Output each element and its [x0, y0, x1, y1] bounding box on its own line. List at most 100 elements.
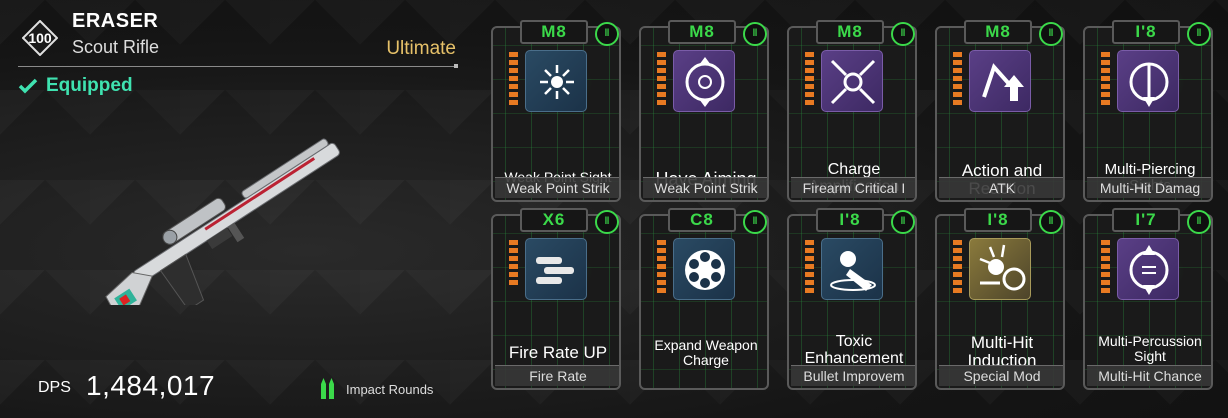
module-card[interactable]: Fire Rate UP Fire Rate X6 ‖ [491, 208, 621, 390]
capacity-bar [805, 52, 814, 57]
toxic-skull-icon [821, 238, 883, 300]
polarity-icon: ‖ [891, 22, 915, 46]
capacity-bar [953, 100, 962, 105]
module-title: Multi-Percussion Sight [1098, 333, 1202, 364]
capacity-bar [509, 100, 518, 105]
module-subtitle-bar: Weak Point Strik [643, 177, 767, 198]
module-subtitle: Special Mod [963, 368, 1041, 384]
module-card[interactable]: Weak Point SightWeak Point StrikM8 ‖ [491, 20, 621, 202]
capacity-bar [657, 68, 666, 73]
capacity-bar [805, 60, 814, 65]
module-card[interactable]: Action and ReactionATKM8 ‖ [935, 20, 1065, 202]
capacity-bars [805, 240, 815, 296]
capacity-bar [953, 60, 962, 65]
module-grade: M8 [964, 20, 1032, 44]
capacity-bar [953, 240, 962, 245]
module-subtitle: ATK [988, 180, 1016, 196]
capacity-bar [509, 60, 518, 65]
capacity-bars [953, 52, 963, 108]
module-grade: M8 [520, 20, 588, 44]
module-card[interactable]: Expand Weapon Charge C8 ‖ [639, 208, 769, 390]
module-subtitle-bar: Weak Point Strik [495, 177, 619, 198]
level-badge: 100 [22, 20, 58, 56]
capacity-bar [509, 92, 518, 97]
capacity-bar [805, 288, 814, 293]
converge-arrows-icon [821, 50, 883, 112]
polarity-icon: ‖ [891, 210, 915, 234]
module-frame: Charge AmplificationFirearm Critical I [787, 26, 917, 202]
module-grade: I'8 [816, 208, 884, 232]
module-frame: Action and ReactionATK [935, 26, 1065, 202]
capacity-bars [657, 52, 667, 108]
revolver-cylinder-icon [673, 238, 735, 300]
capacity-bars [1101, 240, 1111, 296]
capacity-bar [657, 272, 666, 277]
capacity-bar [953, 280, 962, 285]
capacity-bar [805, 272, 814, 277]
capacity-bar [1101, 256, 1110, 261]
capacity-bar [953, 84, 962, 89]
capacity-bar [1101, 240, 1110, 245]
module-title: Fire Rate UP [508, 343, 608, 362]
module-subtitle: Firearm Critical I [802, 180, 906, 196]
polarity-icon: ‖ [1187, 210, 1211, 234]
module-card[interactable]: Multi-Piercing SightsMulti-Hit DamagI'8 ‖ [1083, 20, 1213, 202]
module-grade: I'8 [1112, 20, 1180, 44]
capacity-bar [953, 256, 962, 261]
module-card[interactable]: Have AimingWeak Point StrikM8 ‖ [639, 20, 769, 202]
module-card[interactable]: Multi-Hit Induction Special Mod I'8 ‖ [935, 208, 1065, 390]
equipped-status: Equipped [18, 75, 133, 97]
capacity-bar [657, 76, 666, 81]
capacity-bar [1101, 60, 1110, 65]
capacity-bar [1101, 68, 1110, 73]
capacity-bar [805, 100, 814, 105]
crosshair-cycle-icon [673, 50, 735, 112]
capacity-bar [657, 240, 666, 245]
capacity-bar [953, 92, 962, 97]
module-card[interactable]: Multi-Percussion Sight Multi-Hit Chance I'… [1083, 208, 1213, 390]
multi-hit-explosion-icon [969, 238, 1031, 300]
capacity-bar [805, 76, 814, 81]
module-card[interactable]: Toxic Enhancement Bullet Improvem I'8 ‖ [787, 208, 917, 390]
capacity-bar [953, 52, 962, 57]
module-card[interactable]: Charge AmplificationFirearm Critical IM8… [787, 20, 917, 202]
capacity-bar [1101, 272, 1110, 277]
capacity-bar [657, 60, 666, 65]
capacity-bar [509, 256, 518, 261]
capacity-bar [1101, 84, 1110, 89]
weapon-image [105, 138, 340, 305]
module-subtitle: Bullet Improvem [803, 368, 905, 384]
module-subtitle-bar: Multi-Hit Damag [1087, 177, 1211, 198]
capacity-bar [657, 264, 666, 269]
module-subtitle: Multi-Hit Damag [1099, 180, 1201, 196]
capacity-bars [953, 240, 963, 296]
weapon-name: ERASER [72, 10, 159, 32]
capacity-bars [509, 240, 519, 288]
polarity-icon: ‖ [1039, 22, 1063, 46]
capacity-bar [805, 68, 814, 73]
polarity-icon: ‖ [743, 210, 767, 234]
capacity-bar [953, 76, 962, 81]
ammo-type: Impact Rounds [320, 378, 433, 400]
module-frame: Fire Rate UP Fire Rate [491, 214, 621, 390]
capacity-bar [805, 280, 814, 285]
module-subtitle: Weak Point Strik [506, 180, 610, 196]
dps-value: 1,484,017 [86, 370, 216, 401]
capacity-bar [657, 52, 666, 57]
pierce-cycle-icon [1117, 50, 1179, 112]
module-subtitle-bar: Multi-Hit Chance [1087, 365, 1211, 386]
header-divider [18, 64, 458, 68]
dps-label: DPS [38, 379, 71, 396]
capacity-bar [509, 52, 518, 57]
capacity-bars [1101, 52, 1111, 108]
capacity-bar [509, 84, 518, 89]
polarity-icon: ‖ [1187, 22, 1211, 46]
capacity-bar [1101, 52, 1110, 57]
module-frame: Expand Weapon Charge [639, 214, 769, 390]
module-frame: Have AimingWeak Point Strik [639, 26, 769, 202]
module-grade: I'8 [964, 208, 1032, 232]
capacity-bar [805, 256, 814, 261]
module-frame: Weak Point SightWeak Point Strik [491, 26, 621, 202]
capacity-bar [509, 76, 518, 81]
module-title: Expand Weapon Charge [654, 337, 758, 368]
